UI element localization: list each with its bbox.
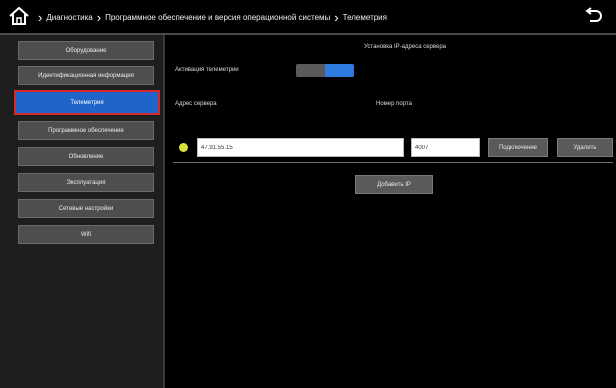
delete-button[interactable]: Удалить (557, 138, 613, 157)
telemetry-activation-label: Активация телеметрии (175, 67, 239, 73)
sidebar: Оборудование Идентификационная информаци… (0, 35, 163, 388)
telemetry-toggle[interactable] (296, 64, 354, 77)
port-input[interactable] (411, 138, 480, 157)
sidebar-item-wifi[interactable]: Wifi (18, 225, 154, 244)
add-ip-button[interactable]: Добавить IP (355, 175, 433, 194)
toggle-on-segment (325, 64, 354, 77)
sidebar-item-hardware[interactable]: Оборудование (18, 41, 154, 60)
home-icon[interactable] (8, 6, 30, 26)
top-bar: › Диагностика › Программное обеспечение … (0, 0, 616, 32)
sidebar-item-identification[interactable]: Идентификационная информация (18, 66, 154, 85)
breadcrumb-item-diagnostics[interactable]: Диагностика (46, 13, 92, 22)
chevron-right-icon: › (334, 10, 339, 24)
chevron-right-icon: › (96, 10, 102, 24)
sidebar-item-update[interactable]: Обновление (18, 147, 154, 166)
chevron-right-icon: › (38, 10, 43, 24)
connect-button[interactable]: Подключение (488, 138, 548, 157)
server-address-header: Адрес сервера (175, 101, 217, 107)
toggle-off-segment (296, 64, 325, 77)
connection-status-dot (179, 143, 188, 152)
sidebar-item-telemetry[interactable]: Телеметрия (14, 90, 160, 115)
port-header: Номер порта (376, 101, 412, 107)
row-divider (173, 162, 613, 163)
main-panel: Установка IP-адреса сервера Активация те… (165, 35, 616, 388)
section-title: Установка IP-адреса сервера (363, 44, 446, 50)
breadcrumb-item-telemetry: Телеметрия (342, 12, 387, 22)
sidebar-item-network[interactable]: Сетевые настройки (18, 199, 154, 218)
server-address-input[interactable] (197, 138, 404, 157)
breadcrumb-item-software[interactable]: Программное обеспечение и версия операци… (105, 13, 330, 22)
sidebar-item-software[interactable]: Программное обеспечение (18, 121, 154, 140)
sidebar-item-operation[interactable]: Эксплуатация (18, 173, 154, 192)
back-icon[interactable] (584, 7, 604, 25)
breadcrumb: › Диагностика › Программное обеспечение … (34, 10, 574, 24)
